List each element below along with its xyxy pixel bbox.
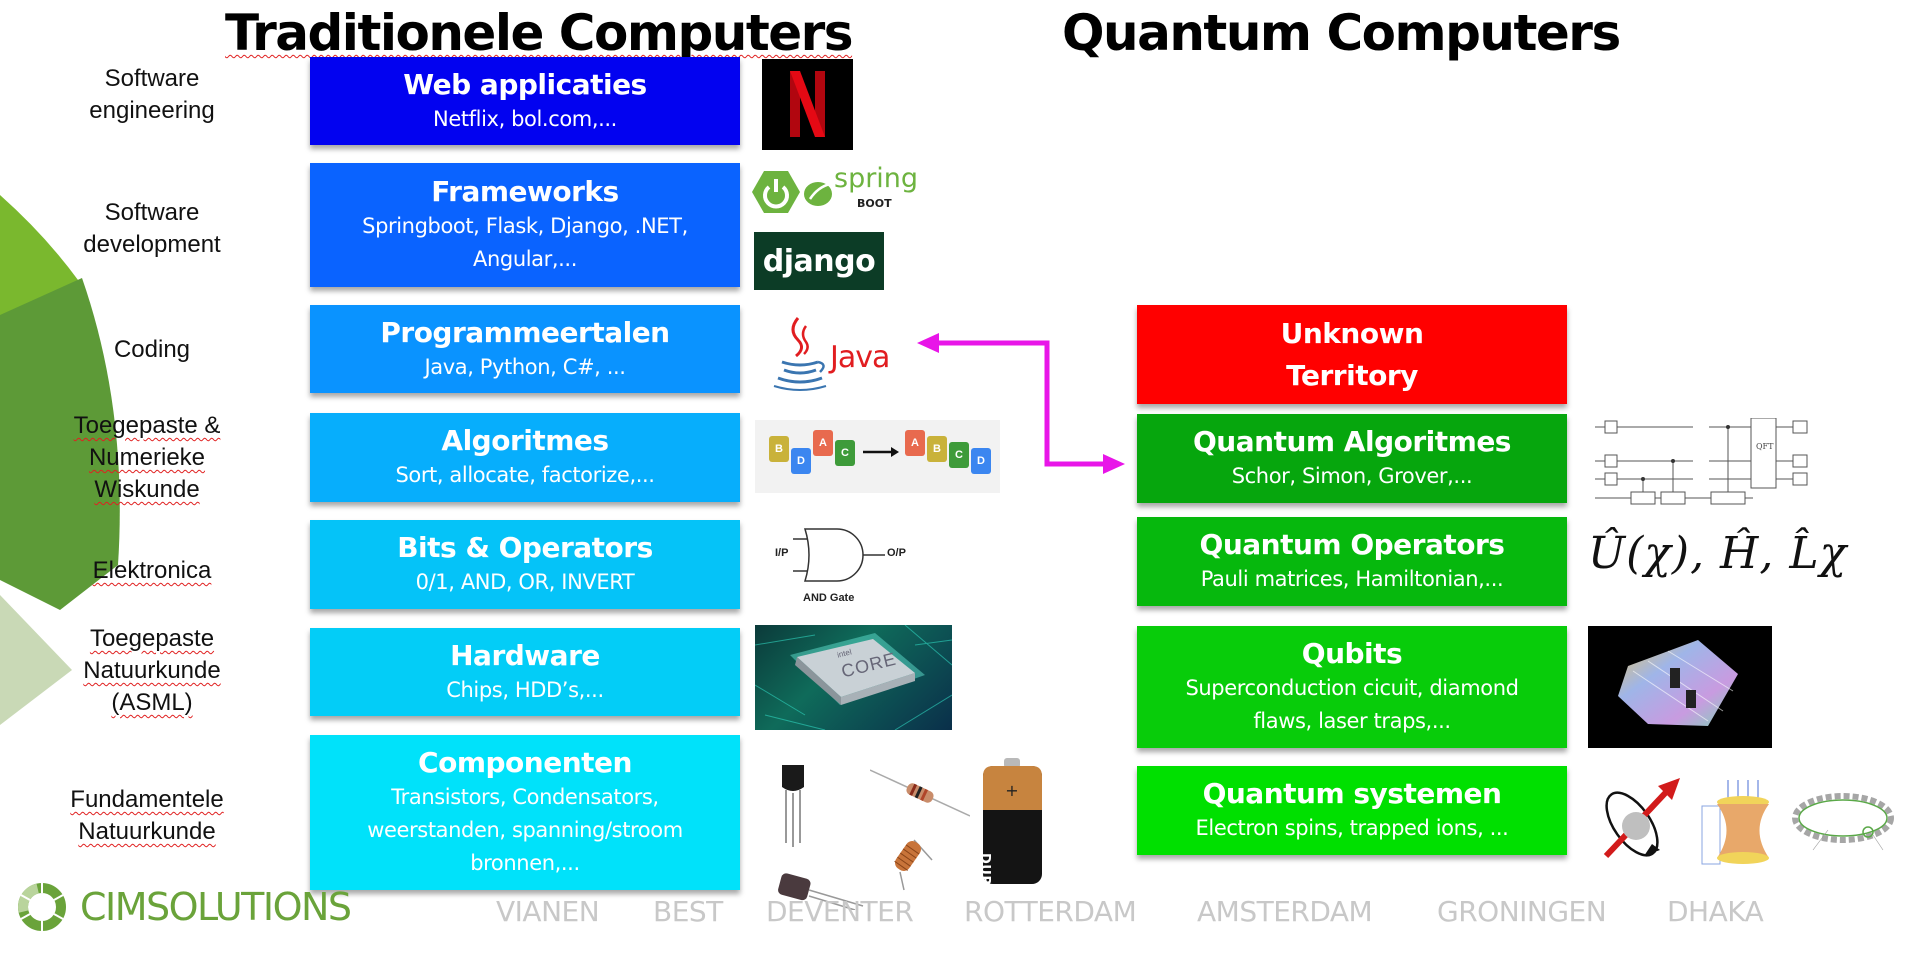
layer-title: Hardware: [450, 638, 600, 672]
java-word: Java: [830, 340, 890, 375]
layer-subtitle: Java, Python, C#, ...: [424, 354, 626, 379]
footer-city-deventer: DEVENTER: [766, 895, 914, 928]
footer-city-amsterdam: AMSTERDAM: [1197, 895, 1373, 928]
bidirectional-link-arrow: [917, 333, 1125, 474]
layer-programmeertalen: Programmeertalen Java, Python, C#, ...: [310, 305, 740, 393]
battery-image: + DURACELL: [977, 758, 1045, 933]
qubit-chip-image: [1588, 626, 1772, 748]
and-gate-icon: [793, 528, 885, 582]
netflix-logo: [762, 59, 853, 150]
layer-quantum-systemen: Quantum systemen Electron spins, trapped…: [1137, 766, 1567, 855]
electron-spin-icon: [1603, 778, 1680, 859]
and-gate-diagram: I/P O/P AND Gate: [775, 525, 915, 610]
layer-subtitle: Sort, allocate, factorize,...: [395, 463, 655, 487]
layer-quantum-algoritmes: Quantum Algoritmes Schor, Simon, Grover,…: [1137, 414, 1567, 503]
django-logo: django: [754, 232, 884, 290]
side-label-software-engineering: Software engineering: [89, 65, 215, 124]
layer-title: Qubits: [1301, 637, 1403, 670]
layer-qubits: Qubits Superconduction cicuit, diamond f…: [1137, 626, 1567, 748]
layer-subtitle: Chips, HDD’s,...: [446, 677, 604, 702]
footer-city-rotterdam: ROTTERDAM: [964, 895, 1137, 928]
layer-title: Quantum Operators: [1199, 528, 1505, 561]
and-gate-caption: AND Gate: [803, 592, 855, 604]
layer-title: Bits & Operators: [397, 531, 653, 564]
layer-subtitle: Superconduction cicuit, diamond flaws, l…: [1185, 676, 1519, 733]
layer-title: Quantum systemen: [1202, 777, 1502, 810]
layer-subtitle: Pauli matrices, Hamiltonian,...: [1200, 567, 1504, 591]
footer-city-dhaka: DHAKA: [1667, 895, 1764, 928]
layer-componenten: Componenten Transistors, Condensators, w…: [310, 735, 740, 890]
layer-title: Componenten: [418, 746, 632, 779]
ion-trap-icon: [1701, 780, 1769, 865]
layer-title: Algoritmes: [441, 424, 609, 457]
footer-city-vianen: VIANEN: [496, 895, 600, 928]
java-cup-icon: [773, 317, 827, 391]
inductor-image: [894, 839, 933, 891]
layer-subtitle: Electron spins, trapped ions, ...: [1195, 816, 1509, 840]
cpu-chip-image: intel CORE: [755, 625, 952, 730]
layer-subtitle: Schor, Simon, Grover,...: [1231, 464, 1473, 488]
footer-city-groningen: GRONINGEN: [1437, 895, 1607, 928]
layer-hardware: Hardware Chips, HDD’s,...: [310, 628, 740, 716]
side-label-numerieke-wiskunde: Toegepaste & Numerieke Wiskunde: [73, 412, 221, 503]
layer-title: Frameworks: [431, 175, 619, 208]
layer-web-applicaties: Web applicaties Netflix, bol.com,...: [310, 57, 740, 145]
side-label-coding: Coding: [113, 336, 191, 363]
and-gate-output-label: O/P: [887, 547, 906, 559]
spring-boot-word: BOOT: [857, 197, 892, 210]
layer-bits-operators: Bits & Operators 0/1, AND, OR, INVERT: [310, 520, 740, 609]
layer-quantum-operators: Quantum Operators Pauli matrices, Hamilt…: [1137, 517, 1567, 606]
transistor-image: [770, 755, 840, 855]
sort-block: B: [769, 436, 789, 462]
svg-text:+: +: [1005, 781, 1018, 800]
and-gate-input-label: I/P: [775, 547, 789, 559]
sort-block: A: [813, 430, 833, 456]
footer-city-best: BEST: [653, 895, 723, 928]
spring-boot-logo: spring BOOT: [752, 163, 927, 217]
java-logo: Java: [770, 316, 910, 396]
side-label-toegepaste-natuurkunde: Toegepaste Natuurkunde (ASML): [83, 625, 221, 716]
layer-subtitle: 0/1, AND, OR, INVERT: [415, 570, 635, 594]
quantum-title: Quantum Computers: [1062, 4, 1621, 62]
layer-title: Programmeertalen: [380, 315, 670, 349]
quantum-ring-icon: [1792, 793, 1894, 851]
cimsolutions-brand: CIMSOLUTIONS: [80, 885, 352, 929]
right-arrow-icon: [863, 447, 899, 457]
layer-frameworks: Frameworks Springboot, Flask, Django, .N…: [310, 163, 740, 287]
traditional-title: Traditionele Computers: [225, 3, 854, 63]
side-label-software-development: Software development: [83, 199, 221, 258]
sort-block: C: [835, 440, 855, 466]
layer-title: Quantum Algoritmes: [1193, 425, 1511, 458]
layer-title: Web applicaties: [403, 67, 647, 101]
side-label-elektronica: Elektronica: [92, 557, 212, 584]
operator-formula: Û(χ), Ĥ, L̂χ: [1588, 528, 1848, 579]
spring-word: spring: [834, 163, 919, 194]
traditional-title-text: Traditionele Computers: [225, 4, 854, 62]
qft-label: QFT: [1756, 442, 1774, 451]
sort-block: D: [791, 448, 811, 474]
layer-title: Unknown Territory: [1280, 316, 1424, 392]
layer-subtitle: Netflix, bol.com,...: [433, 106, 617, 131]
layer-subtitle: Springboot, Flask, Django, .NET, Angular…: [362, 214, 688, 271]
layer-unknown-territory: Unknown Territory: [1137, 305, 1567, 404]
resistor-image: [870, 769, 970, 817]
layer-subtitle: Transistors, Condensators, weerstanden, …: [367, 785, 683, 875]
cimsolutions-logo-icon: [18, 883, 66, 931]
quantum-circuit-diagram: QFT: [1583, 418, 1843, 510]
layer-algoritmes: Algoritmes Sort, allocate, factorize,...: [310, 413, 740, 502]
side-label-fundamentele-natuurkunde: Fundamentele Natuurkunde: [70, 786, 224, 845]
